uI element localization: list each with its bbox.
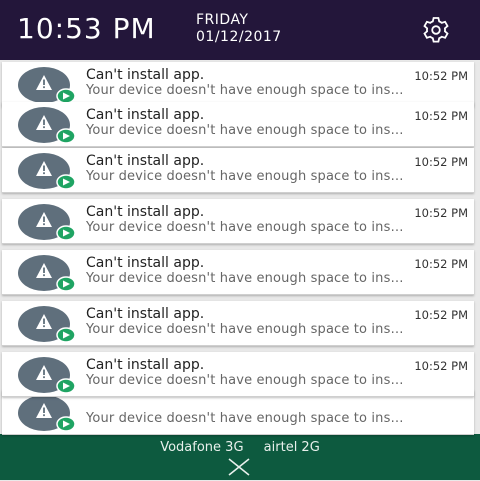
notification-item[interactable]: Can't install app. 10:52 PM Your device … <box>2 250 474 295</box>
notification-title: Can't install app. <box>86 204 205 220</box>
warning-icon <box>16 254 76 294</box>
notification-body: Your device doesn't have enough space to… <box>86 169 404 184</box>
notification-time: 10:52 PM <box>414 257 468 271</box>
warning-icon <box>16 305 76 345</box>
warning-icon <box>16 356 76 396</box>
notification-body: Your device doesn't have enough space to… <box>86 271 404 286</box>
close-icon[interactable] <box>227 458 251 476</box>
notification-body: Your device doesn't have enough space to… <box>86 123 404 138</box>
notification-time: 10:52 PM <box>414 155 468 169</box>
notification-title: Can't install app. <box>86 153 205 169</box>
notification-title: Can't install app. <box>86 67 205 83</box>
notification-item[interactable]: Can't install app. 10:52 PM Your device … <box>2 352 474 397</box>
notification-body: Your device doesn't have enough space to… <box>86 220 404 235</box>
notification-item[interactable]: Can't install app. 10:52 PM Your device … <box>2 148 474 193</box>
warning-icon <box>16 394 76 434</box>
notification-list[interactable]: Can't install app. 10:52 PM Your device … <box>0 60 480 444</box>
status-header: 10:53 PM FRIDAY 01/12/2017 <box>0 0 480 60</box>
notification-body: Your device doesn't have enough space to… <box>86 373 404 388</box>
warning-icon <box>16 203 76 243</box>
warning-icon <box>16 152 76 192</box>
carrier-1-label: Vodafone 3G <box>160 440 244 455</box>
notification-item[interactable]: Can't install app. 10:52 PM Your device … <box>2 62 474 107</box>
clock: 10:53 PM <box>17 12 156 45</box>
gear-icon[interactable] <box>420 14 452 46</box>
carrier-2-label: airtel 2G <box>263 440 320 455</box>
notification-title: Can't install app. <box>86 255 205 271</box>
notification-time: 10:52 PM <box>414 206 468 220</box>
date: 01/12/2017 <box>196 29 282 45</box>
carrier-bar: Vodafone 3G airtel 2G <box>0 434 480 480</box>
notification-item[interactable]: Can't install app. 10:52 PM Your device … <box>2 199 474 244</box>
warning-icon <box>16 66 76 106</box>
notification-title: Can't install app. <box>86 306 205 322</box>
notification-time: 10:52 PM <box>414 359 468 373</box>
notification-body: Your device doesn't have enough space to… <box>86 322 404 337</box>
carrier-labels: Vodafone 3G airtel 2G <box>0 440 480 456</box>
notification-title: Can't install app. <box>86 357 205 373</box>
notification-title: Can't install app. <box>86 107 205 123</box>
warning-icon <box>16 106 76 146</box>
notification-item[interactable]: Can't install app. 10:52 PM Your device … <box>2 301 474 346</box>
notification-body: Your device doesn't have enough space to… <box>86 83 404 98</box>
notification-time: 10:52 PM <box>414 308 468 322</box>
notification-body: Your device doesn't have enough space to… <box>86 411 404 426</box>
day-of-week: FRIDAY <box>196 12 249 28</box>
notification-time: 10:52 PM <box>414 69 468 83</box>
notification-item[interactable]: Can't install app. 10:52 PM Your device … <box>2 102 474 147</box>
notification-time: 10:52 PM <box>414 109 468 123</box>
